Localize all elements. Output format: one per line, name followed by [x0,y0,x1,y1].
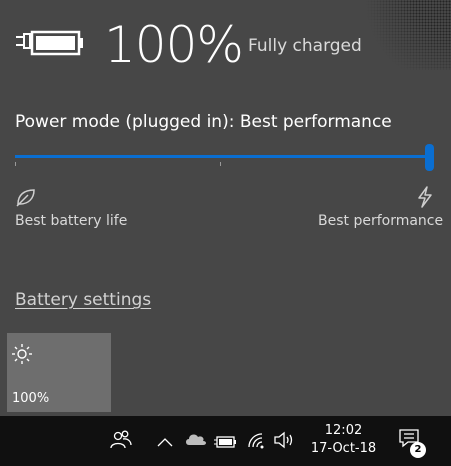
battery-percentage: 100% [104,16,244,74]
cloud-icon[interactable] [184,431,208,451]
background-texture [361,0,451,70]
battery-flyout: 100% Fully charged Power mode (plugged i… [0,0,451,416]
best-performance-caption: Best performance [318,213,444,229]
brightness-icon [11,343,33,369]
battery-icon[interactable] [214,434,238,453]
brightness-tile[interactable]: 100% [7,333,111,412]
clock-date: 17-Oct-18 [310,441,377,456]
clock[interactable]: 12:02 17-Oct-18 [306,422,381,458]
taskbar: 12:02 17-Oct-18 [0,416,451,466]
brightness-value: 100% [12,391,50,406]
leaf-icon [15,187,37,211]
power-mode-slider[interactable] [15,142,435,172]
people-icon[interactable] [110,429,132,455]
volume-icon[interactable] [273,431,295,453]
slider-track[interactable] [15,155,427,158]
power-mode-label: Power mode (plugged in): Best performanc… [15,112,392,132]
wifi-icon[interactable] [246,431,268,453]
battery-settings-link[interactable]: Battery settings [15,290,151,310]
slider-tick [15,162,16,166]
bolt-icon [416,186,434,212]
notification-badge: 2 [410,442,426,458]
battery-plugged-icon [14,26,86,62]
best-battery-life-caption: Best battery life [15,213,128,229]
chevron-up-icon[interactable] [157,433,173,452]
clock-time: 12:02 [324,423,363,438]
charge-status: Fully charged [248,36,362,56]
slider-tick [220,162,221,166]
slider-thumb[interactable] [425,144,434,171]
